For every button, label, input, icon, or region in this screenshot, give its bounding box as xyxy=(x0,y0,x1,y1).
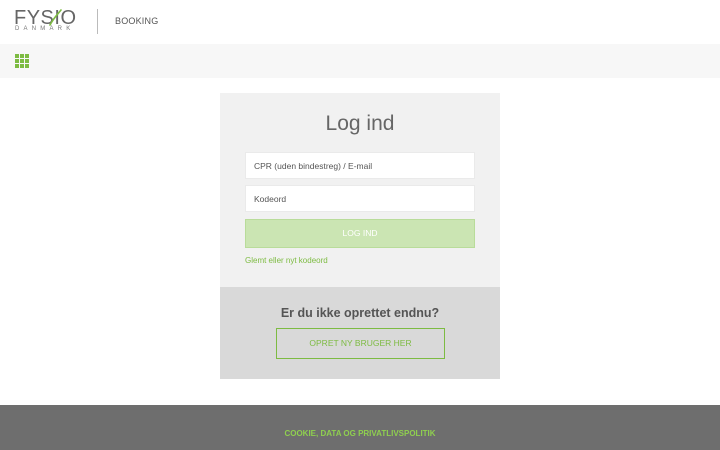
logo-swoosh-icon xyxy=(49,9,62,26)
login-card: Log ind LOG IND Glemt eller nyt kodeord … xyxy=(220,93,500,379)
footer: COOKIE, DATA OG PRIVATLIVSPOLITIK xyxy=(0,405,720,450)
forgot-password-link[interactable]: Glemt eller nyt kodeord xyxy=(245,256,328,265)
nav-booking[interactable]: BOOKING xyxy=(115,16,158,26)
apps-grid-icon[interactable] xyxy=(15,54,29,68)
login-button[interactable]: LOG IND xyxy=(245,219,475,248)
login-panel: Log ind LOG IND Glemt eller nyt kodeord xyxy=(220,93,500,287)
header: FYSIO DANMARK BOOKING xyxy=(0,0,720,44)
toolbar xyxy=(0,44,720,78)
login-title: Log ind xyxy=(325,112,395,135)
header-divider xyxy=(97,9,98,34)
cpr-email-input[interactable] xyxy=(245,152,475,179)
privacy-policy-link[interactable]: COOKIE, DATA OG PRIVATLIVSPOLITIK xyxy=(0,429,720,438)
password-input[interactable] xyxy=(245,185,475,212)
logo-subtitle: DANMARK xyxy=(15,26,75,32)
fysio-danmark-logo[interactable]: FYSIO DANMARK xyxy=(14,8,82,34)
signup-panel: Er du ikke oprettet endnu? OPRET NY BRUG… xyxy=(220,287,500,379)
create-user-button[interactable]: OPRET NY BRUGER HER xyxy=(276,328,445,359)
signup-title: Er du ikke oprettet endnu? xyxy=(280,306,440,320)
logo-wordmark: FYSIO xyxy=(14,7,77,29)
